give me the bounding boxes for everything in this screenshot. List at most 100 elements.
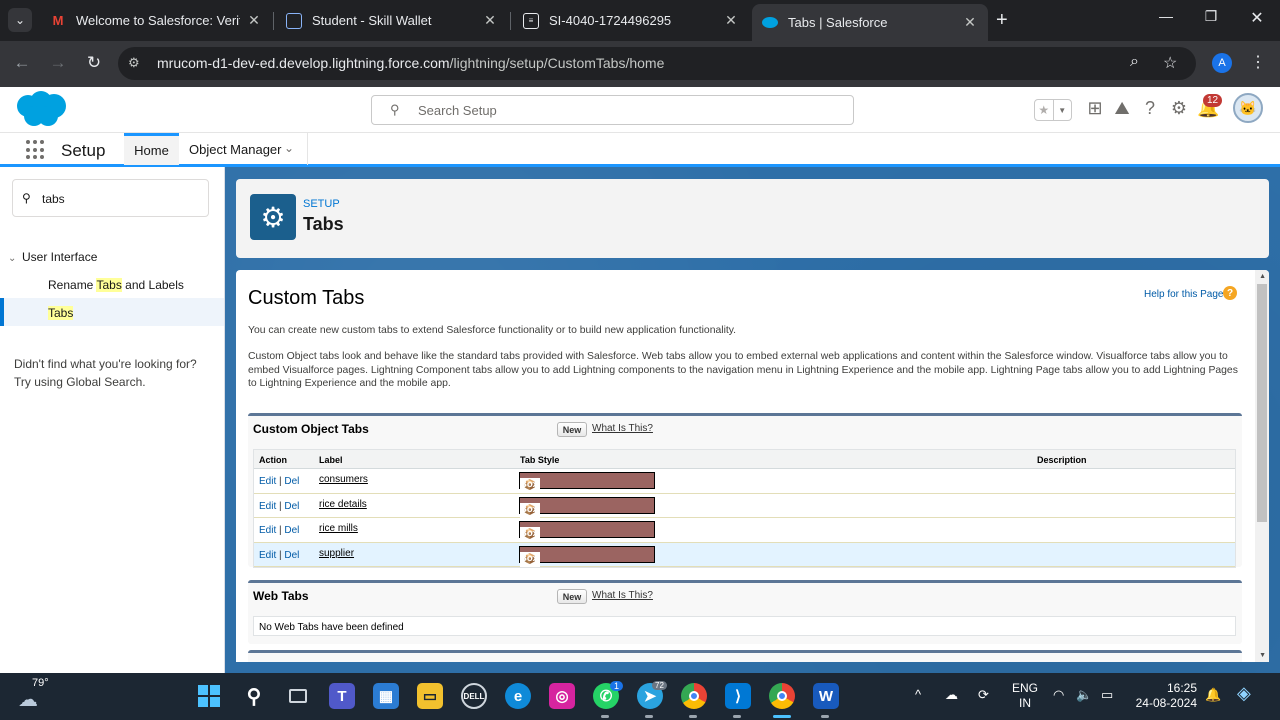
chrome-icon[interactable]	[681, 683, 707, 709]
column-header-action: Action	[259, 455, 287, 465]
tab-label-link[interactable]: consumers	[319, 474, 368, 485]
running-indicator	[821, 715, 829, 718]
language-indicator[interactable]: ENG IN	[1012, 681, 1038, 711]
row-actions: Edit | Del	[259, 501, 299, 512]
edit-link[interactable]: Edit	[259, 501, 276, 512]
file-explorer-icon[interactable]: ▭	[417, 683, 443, 709]
battery-icon[interactable]: ▭	[1101, 687, 1113, 703]
tab-label-link[interactable]: rice details	[319, 499, 367, 510]
word-icon[interactable]: W	[813, 683, 839, 709]
tab-style-chip: 📦 Box	[519, 472, 655, 493]
global-actions-icon[interactable]: ⊞	[1084, 98, 1106, 119]
dell-icon[interactable]: DELL	[461, 683, 487, 709]
reload-icon[interactable]: ↻	[83, 53, 105, 73]
address-bar[interactable]: ⚙ mrucom-d1-dev-ed.develop.lightning.for…	[118, 47, 1196, 80]
edit-link[interactable]: Edit	[259, 550, 276, 561]
user-avatar[interactable]: 🐱	[1233, 93, 1263, 123]
gear-icon[interactable]: ⚙	[1168, 98, 1190, 119]
browser-tab-si[interactable]: ≡ SI-4040-1724496295 ✕	[513, 6, 749, 35]
forward-icon[interactable]: →	[47, 53, 69, 73]
trailhead-icon[interactable]: ⛰	[1111, 98, 1133, 119]
help-icon[interactable]: ?	[1139, 98, 1161, 119]
onedrive-icon[interactable]: ☁	[945, 687, 958, 703]
browser-tab-skillwallet[interactable]: Student - Skill Wallet ✕	[276, 6, 508, 35]
close-tab-icon[interactable]: ✕	[723, 12, 739, 29]
running-indicator	[689, 715, 697, 718]
close-tab-icon[interactable]: ✕	[482, 12, 498, 29]
wifi-icon[interactable]: ◠	[1053, 687, 1064, 703]
chevron-down-icon[interactable]: ▼	[1052, 100, 1072, 120]
delete-link[interactable]: Del	[284, 501, 299, 512]
zoom-search-icon[interactable]: ⌕	[1130, 53, 1139, 71]
minimize-icon[interactable]: —	[1154, 8, 1178, 24]
tab-object-manager[interactable]: Object Manager	[189, 142, 282, 157]
what-is-this-link[interactable]: What Is This?	[592, 590, 653, 601]
tab-label-link[interactable]: rice mills	[319, 523, 358, 534]
scroll-down-icon[interactable]: ▼	[1259, 652, 1266, 659]
chrome-profile-icon[interactable]	[769, 683, 795, 709]
browser-tab-salesforce[interactable]: Tabs | Salesforce ✕	[752, 4, 988, 41]
volume-icon[interactable]: 🔈	[1076, 687, 1092, 703]
page-header: ⚙ SETUP Tabs	[236, 179, 1269, 258]
skillwallet-icon	[286, 12, 302, 29]
search-icon[interactable]: ⚲	[241, 683, 267, 709]
new-web-tab-button[interactable]: New	[557, 589, 587, 604]
clock[interactable]: 16:25 24-08-2024	[1133, 681, 1197, 711]
tab-home[interactable]: Home	[124, 133, 179, 165]
tab-search-button[interactable]: ⌄	[8, 8, 32, 32]
tab-label-link[interactable]: supplier	[319, 548, 354, 559]
restore-icon[interactable]: ❐	[1199, 8, 1223, 25]
back-icon[interactable]: ←	[11, 53, 33, 73]
help-icon[interactable]: ?	[1223, 286, 1237, 300]
copilot-icon[interactable]: ◈	[1237, 683, 1251, 704]
sf-app-nav: Setup Home Object Manager ⌄	[0, 132, 1280, 167]
scrollbar[interactable]: ▲ ▼	[1255, 270, 1269, 662]
gmail-icon: M	[52, 13, 64, 28]
delete-link[interactable]: Del	[284, 525, 299, 536]
sidebar-item-rename-tabs[interactable]: Rename Tabs and Labels	[48, 278, 184, 292]
url-text[interactable]: mrucom-d1-dev-ed.develop.lightning.force…	[157, 55, 664, 71]
chevron-down-icon[interactable]: ⌄	[8, 253, 22, 264]
notifications-icon[interactable]: 🔔	[1205, 687, 1221, 703]
close-tab-icon[interactable]: ✕	[246, 12, 262, 29]
setup-search-input[interactable]: ⚲ Search Setup	[371, 95, 854, 125]
chevron-up-icon[interactable]: ^	[915, 687, 921, 702]
browser-menu-icon[interactable]: ⋮	[1250, 52, 1266, 72]
microsoft-store-icon[interactable]: ▦	[373, 683, 399, 709]
new-custom-tab-button[interactable]: New	[557, 422, 587, 437]
windows-start-icon[interactable]	[196, 683, 222, 709]
app-launcher-icon[interactable]	[26, 140, 46, 160]
task-view-icon[interactable]	[285, 683, 311, 709]
description-text: Custom Object tabs look and behave like …	[248, 351, 1238, 389]
delete-link[interactable]: Del	[284, 550, 299, 561]
delete-link[interactable]: Del	[284, 476, 299, 487]
edge-icon[interactable]: e	[505, 683, 531, 709]
tree-node-user-interface[interactable]: ⌄ User Interface	[8, 250, 97, 264]
weather-widget[interactable]: 79° ☁	[18, 677, 49, 712]
vscode-icon[interactable]: ⟩	[725, 683, 751, 709]
site-info-icon[interactable]: ⚙	[128, 55, 140, 71]
profile-avatar[interactable]: A	[1212, 53, 1232, 73]
quick-find-input[interactable]: ⚲ tabs	[12, 179, 209, 217]
scroll-up-icon[interactable]: ▲	[1259, 273, 1266, 280]
sidebar-item-tabs[interactable]: Tabs	[48, 306, 74, 320]
browser-tab-gmail[interactable]: M Welcome to Salesforce: Verify y ✕	[40, 6, 272, 35]
url-path: /lightning/setup/CustomTabs/home	[449, 55, 665, 71]
tab-style-name: Box	[520, 552, 538, 564]
star-icon[interactable]: ★	[1035, 100, 1053, 120]
chevron-down-icon[interactable]: ⌄	[284, 141, 294, 155]
what-is-this-link[interactable]: What Is This?	[592, 423, 653, 434]
close-tab-icon[interactable]: ✕	[962, 14, 978, 31]
sync-icon[interactable]: ⟳	[978, 687, 989, 703]
help-link[interactable]: Help for this Page	[1144, 289, 1224, 300]
favorites-button[interactable]: ★ ▼	[1034, 99, 1072, 121]
scrollbar-thumb[interactable]	[1257, 284, 1267, 522]
new-tab-icon[interactable]: +	[996, 9, 1008, 32]
salesforce-logo[interactable]	[14, 90, 68, 128]
instagram-icon[interactable]: ◎	[549, 683, 575, 709]
teams-icon[interactable]: T	[329, 683, 355, 709]
edit-link[interactable]: Edit	[259, 525, 276, 536]
edit-link[interactable]: Edit	[259, 476, 276, 487]
bookmark-star-icon[interactable]: ☆	[1163, 53, 1177, 73]
close-window-icon[interactable]: ✕	[1245, 8, 1269, 28]
